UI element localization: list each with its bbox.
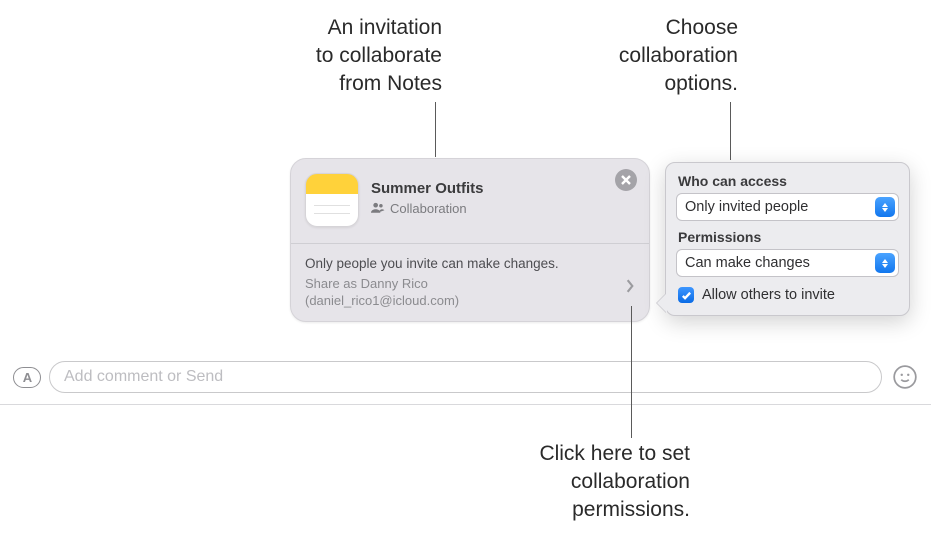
- callout-invite: An invitationto collaboratefrom Notes: [290, 14, 442, 98]
- divider: [0, 404, 931, 405]
- collaboration-subtitle: Collaboration: [371, 201, 635, 216]
- invitation-card: Summer Outfits Collaboration Only people…: [290, 158, 650, 322]
- stepper-icon: [875, 253, 895, 273]
- card-divider: [291, 243, 649, 244]
- permissions-value: Can make changes: [685, 255, 810, 271]
- who-can-access-label: Who can access: [676, 171, 899, 193]
- share-as-line1: Share as Danny Rico: [305, 276, 428, 291]
- collaboration-label: Collaboration: [390, 201, 467, 216]
- callout-permissions: Click here to setcollaborationpermission…: [490, 440, 690, 524]
- compose-placeholder: Add comment or Send: [64, 368, 223, 386]
- permissions-select[interactable]: Can make changes: [676, 249, 899, 277]
- share-as-line2: (daniel_rico1@icloud.com): [305, 293, 459, 308]
- access-value: Only invited people: [685, 199, 808, 215]
- allow-others-row[interactable]: Allow others to invite: [676, 283, 899, 305]
- permissions-label: Permissions: [676, 227, 899, 249]
- collaboration-options-popover: Who can access Only invited people Permi…: [665, 162, 910, 316]
- emoji-icon[interactable]: [892, 364, 918, 390]
- who-can-access-select[interactable]: Only invited people: [676, 193, 899, 221]
- compose-row: A Add comment or Send: [13, 360, 918, 394]
- callout-options: Choosecollaborationoptions.: [598, 14, 738, 98]
- notes-app-icon: [305, 173, 359, 227]
- allow-others-label: Allow others to invite: [702, 287, 835, 303]
- leader-invite: [435, 102, 436, 157]
- share-options-row[interactable]: Share as Danny Rico (daniel_rico1@icloud…: [305, 275, 635, 309]
- leader-options: [730, 102, 731, 160]
- invite-info-text: Only people you invite can make changes.: [305, 254, 635, 273]
- note-title: Summer Outfits: [371, 179, 635, 199]
- leader-permissions: [631, 306, 632, 438]
- stepper-icon: [875, 197, 895, 217]
- close-button[interactable]: [615, 169, 637, 191]
- people-icon: [371, 202, 385, 216]
- compose-input[interactable]: Add comment or Send: [49, 361, 882, 393]
- allow-others-checkbox[interactable]: [678, 287, 694, 303]
- apps-icon[interactable]: A: [13, 367, 41, 388]
- chevron-right-icon: [625, 279, 635, 293]
